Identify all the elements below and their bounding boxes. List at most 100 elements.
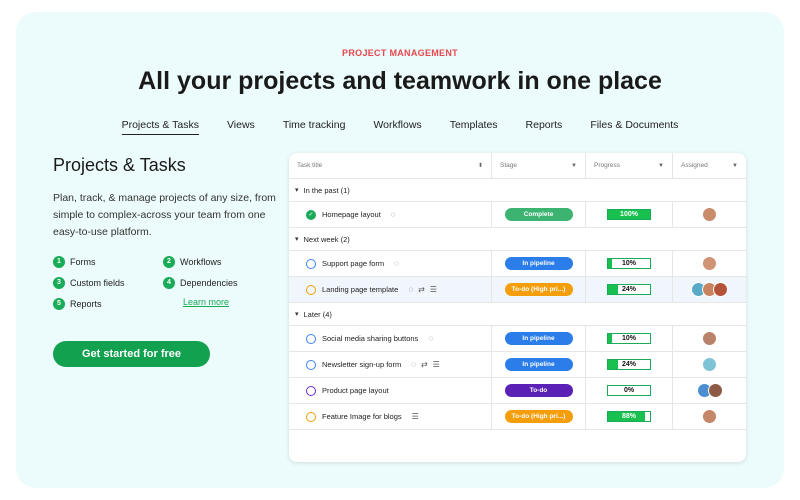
table-row[interactable]: Newsletter sign-up form ◌ ⇄ ☰ In pipeline 24% bbox=[289, 352, 746, 378]
progress-bar: 10% bbox=[607, 333, 651, 344]
progress-cell: 88% bbox=[586, 404, 673, 429]
tab-views[interactable]: Views bbox=[227, 119, 255, 135]
task-title: Landing page template bbox=[322, 285, 399, 294]
assignee-cell[interactable] bbox=[673, 202, 746, 227]
progress-bar: 100% bbox=[607, 209, 651, 220]
table-row[interactable]: Feature Image for blogs ☰ To-do (High pri.… bbox=[289, 404, 746, 430]
column-header-stage[interactable]: Stage ▼ bbox=[492, 153, 586, 178]
table-row[interactable]: Support page form ◌ In pipeline 10% bbox=[289, 251, 746, 277]
task-meta-icons: ☰ bbox=[412, 412, 419, 421]
subtasks-icon: ☰ bbox=[411, 412, 419, 421]
stage-badge[interactable]: In pipeline bbox=[504, 332, 573, 345]
task-title: Social media sharing buttons bbox=[322, 334, 419, 343]
tab-projects-tasks[interactable]: Projects & Tasks bbox=[121, 119, 199, 135]
status-circle-icon[interactable] bbox=[306, 333, 316, 344]
group-header[interactable]: ▾ In the past (1) bbox=[289, 179, 746, 202]
assignee-cell[interactable] bbox=[673, 326, 746, 351]
feature-description: Plan, track, & manage projects of any si… bbox=[53, 192, 276, 238]
avatar[interactable] bbox=[702, 207, 717, 222]
tab-templates[interactable]: Templates bbox=[450, 119, 498, 135]
task-meta-icons: ◌ ⇄ ☰ bbox=[408, 285, 437, 294]
task-title-cell[interactable]: ✓ Homepage layout ◌ bbox=[289, 202, 492, 227]
stage-cell[interactable]: To-do bbox=[492, 378, 586, 403]
chevron-down-icon: ▼ bbox=[571, 162, 577, 169]
avatar[interactable] bbox=[702, 357, 717, 372]
group-label: In the past (1) bbox=[303, 185, 350, 195]
comment-icon: ◌ bbox=[411, 360, 416, 369]
chevron-down-icon[interactable]: ▾ bbox=[295, 235, 299, 243]
group-header[interactable]: ▾ Next week (2) bbox=[289, 228, 746, 251]
stage-badge[interactable]: To-do bbox=[504, 384, 573, 397]
stage-badge[interactable]: In pipeline bbox=[504, 358, 573, 371]
avatar[interactable] bbox=[713, 282, 728, 297]
learn-more-link[interactable]: Learn more bbox=[163, 297, 273, 310]
feature-number-badge: 1 bbox=[53, 255, 65, 268]
eyebrow-label: PROJECT MANAGEMENT bbox=[342, 48, 458, 58]
tab-files-documents[interactable]: Files & Documents bbox=[590, 119, 678, 135]
column-header-progress[interactable]: Progress ▼ bbox=[586, 153, 673, 178]
assignee-cell[interactable] bbox=[673, 352, 746, 377]
repeat-icon: ⇄ bbox=[418, 285, 425, 294]
task-meta-icons: ◌ bbox=[391, 210, 396, 219]
task-title-cell[interactable]: Product page layout bbox=[289, 378, 492, 403]
table-row[interactable]: Landing page template ◌ ⇄ ☰ To-do (High pri.… bbox=[289, 277, 746, 303]
table-row[interactable]: ✓ Homepage layout ◌ Complete 100% bbox=[289, 202, 746, 228]
stage-cell[interactable]: To-do (High pri...) bbox=[492, 277, 586, 302]
sort-icon: ⬍ bbox=[477, 163, 483, 169]
avatar[interactable] bbox=[702, 409, 717, 424]
avatar[interactable] bbox=[702, 256, 717, 271]
chevron-down-icon[interactable]: ▾ bbox=[295, 186, 299, 194]
status-circle-icon[interactable] bbox=[306, 385, 316, 396]
feature-label: Workflows bbox=[180, 256, 222, 267]
column-header-label: Assigned bbox=[681, 162, 708, 169]
status-circle-icon[interactable] bbox=[306, 258, 316, 269]
get-started-button[interactable]: Get started for free bbox=[53, 341, 210, 367]
progress-cell: 100% bbox=[586, 202, 673, 227]
stage-badge[interactable]: To-do (High pri...) bbox=[504, 283, 573, 296]
stage-badge[interactable]: Complete bbox=[504, 208, 573, 221]
assignee-cell[interactable] bbox=[673, 277, 746, 302]
status-circle-icon[interactable] bbox=[306, 411, 316, 422]
stage-cell[interactable]: To-do (High pri...) bbox=[492, 404, 586, 429]
avatar[interactable] bbox=[702, 331, 717, 346]
stage-cell[interactable]: In pipeline bbox=[492, 251, 586, 276]
task-title-cell[interactable]: Social media sharing buttons ◌ bbox=[289, 326, 492, 351]
feature-item: 3 Custom fields bbox=[53, 276, 163, 289]
assignee-cell[interactable] bbox=[673, 404, 746, 429]
feature-item: 2 Workflows bbox=[163, 255, 273, 268]
stage-cell[interactable]: In pipeline bbox=[492, 352, 586, 377]
progress-value: 88% bbox=[621, 413, 636, 420]
table-body: ▾ In the past (1) ✓ Homepage layout ◌ Complet… bbox=[289, 179, 746, 430]
feature-number-badge: 5 bbox=[53, 297, 65, 310]
page-title: All your projects and teamwork in one pl… bbox=[138, 67, 662, 95]
task-title: Newsletter sign-up form bbox=[322, 360, 402, 369]
stage-badge[interactable]: In pipeline bbox=[504, 257, 573, 270]
subtasks-icon: ☰ bbox=[432, 360, 440, 369]
task-title-cell[interactable]: Landing page template ◌ ⇄ ☰ bbox=[289, 277, 492, 302]
tab-time-tracking[interactable]: Time tracking bbox=[283, 119, 346, 135]
table-row[interactable]: Product page layout To-do 0% bbox=[289, 378, 746, 404]
task-title-cell[interactable]: Feature Image for blogs ☰ bbox=[289, 404, 492, 429]
tab-workflows[interactable]: Workflows bbox=[373, 119, 421, 135]
group-header[interactable]: ▾ Later (4) bbox=[289, 303, 746, 326]
stage-cell[interactable]: Complete bbox=[492, 202, 586, 227]
chevron-down-icon[interactable]: ▾ bbox=[295, 310, 299, 318]
task-title-cell[interactable]: Support page form ◌ bbox=[289, 251, 492, 276]
status-circle-icon[interactable] bbox=[306, 359, 316, 370]
check-circle-icon[interactable]: ✓ bbox=[306, 209, 316, 220]
stage-badge[interactable]: To-do (High pri...) bbox=[504, 410, 573, 423]
task-title-cell[interactable]: Newsletter sign-up form ◌ ⇄ ☰ bbox=[289, 352, 492, 377]
column-header-assigned[interactable]: Assigned ▼ bbox=[673, 153, 746, 178]
assignee-cell[interactable] bbox=[673, 251, 746, 276]
task-meta-icons: ◌ bbox=[428, 334, 433, 343]
column-header-task[interactable]: Task title ⬍ bbox=[289, 153, 492, 178]
avatar[interactable] bbox=[707, 383, 723, 398]
status-circle-icon[interactable] bbox=[306, 284, 316, 295]
stage-cell[interactable]: In pipeline bbox=[492, 326, 586, 351]
chevron-down-icon: ▼ bbox=[658, 162, 664, 169]
table-row[interactable]: Social media sharing buttons ◌ In pipeline… bbox=[289, 326, 746, 352]
feature-label: Custom fields bbox=[70, 277, 125, 288]
feature-label: Forms bbox=[70, 256, 96, 267]
tab-reports[interactable]: Reports bbox=[526, 119, 563, 135]
assignee-cell[interactable] bbox=[673, 378, 746, 403]
